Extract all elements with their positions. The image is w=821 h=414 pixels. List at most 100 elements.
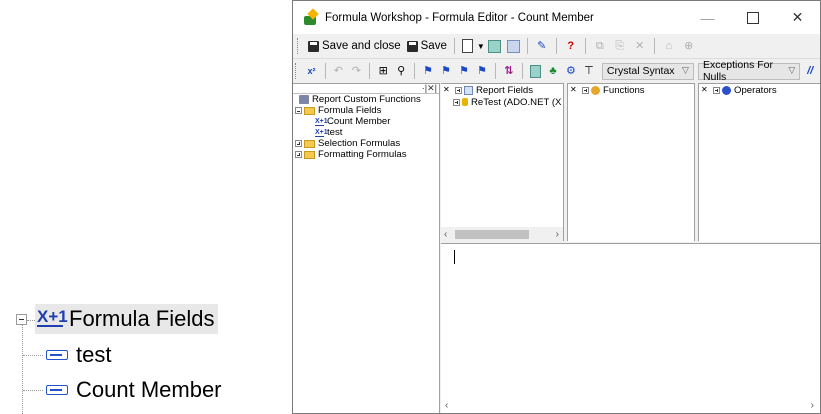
tree-folder-formula-fields[interactable]: X+1 Formula Fields bbox=[35, 304, 219, 334]
tree-item-label: Formatting Formulas bbox=[318, 149, 407, 160]
maximize-button[interactable] bbox=[730, 1, 775, 34]
chevron-down-icon: ▽ bbox=[788, 64, 796, 75]
scrollbar-thumb[interactable] bbox=[455, 230, 529, 239]
workshop-tree-panel: ·|✕| Report Custom Functions Formula Fie… bbox=[293, 83, 440, 413]
expert-icon[interactable]: ✎ bbox=[535, 39, 549, 53]
tree-item-count-member[interactable]: Count Member bbox=[44, 375, 226, 405]
show-functions-tree-icon[interactable]: ♣ bbox=[547, 64, 559, 78]
operators-icon bbox=[722, 85, 731, 95]
tree-item-test[interactable]: test bbox=[44, 340, 115, 370]
functions-header[interactable]: ✕ Functions bbox=[568, 84, 694, 96]
comment-button[interactable]: // bbox=[803, 64, 817, 78]
toolbar-separator bbox=[555, 38, 557, 54]
formula-text-editor[interactable] bbox=[441, 243, 820, 398]
window-title: Formula Workshop - Formula Editor - Coun… bbox=[325, 11, 594, 24]
sort-fields-icon[interactable]: ⇅ bbox=[503, 64, 515, 78]
formula-workshop-window: Formula Workshop - Formula Editor - Coun… bbox=[292, 0, 821, 414]
save-and-close-label: Save and close bbox=[322, 40, 401, 52]
datasource-label: ReTest (ADO.NET (X bbox=[471, 96, 562, 108]
save-button[interactable]: Save bbox=[404, 36, 450, 56]
report-fields-header[interactable]: ✕ Report Fields bbox=[441, 84, 563, 96]
custom-functions-icon bbox=[299, 95, 309, 104]
tree-connector-line bbox=[22, 322, 23, 414]
show-fields-tree-icon[interactable] bbox=[529, 64, 541, 78]
tree-item-label: test bbox=[76, 342, 112, 367]
tree-folder-formatting-formulas[interactable]: Formatting Formulas bbox=[295, 149, 407, 160]
tree-item-count-member[interactable]: X+1 Count Member bbox=[315, 116, 390, 127]
text-caret bbox=[454, 250, 455, 264]
formula-x1-icon: X+1 bbox=[37, 307, 68, 327]
tree-folder-selection-formulas[interactable]: Selection Formulas bbox=[295, 138, 400, 149]
new-formula-icon[interactable] bbox=[461, 39, 473, 53]
toggle-bookmark-icon[interactable]: ⚑ bbox=[422, 64, 434, 78]
zoomed-tree-view: X+1 Formula Fields test Count Member bbox=[0, 0, 282, 414]
syntax-select[interactable]: Crystal Syntax ▽ bbox=[601, 62, 694, 80]
close-pane-icon[interactable]: ✕ bbox=[701, 86, 709, 94]
undo-icon[interactable]: ↶ bbox=[332, 64, 344, 78]
formula-x1-icon: X+1 bbox=[315, 117, 328, 126]
close-pane-icon[interactable]: ✕ bbox=[443, 86, 451, 94]
redo-icon[interactable]: ↷ bbox=[350, 64, 362, 78]
toolbar-grip[interactable] bbox=[297, 38, 301, 54]
close-button[interactable]: ✕ bbox=[775, 1, 820, 34]
tree-panel-close-icon[interactable]: ·|✕| bbox=[422, 83, 437, 94]
delete-icon[interactable]: ✕ bbox=[633, 39, 647, 53]
functions-pane: ✕ Functions bbox=[568, 83, 694, 242]
expand-icon[interactable] bbox=[295, 151, 302, 158]
save-disk-icon bbox=[308, 40, 319, 52]
save-and-close-button[interactable]: Save and close bbox=[305, 36, 404, 56]
properties-icon[interactable] bbox=[506, 39, 520, 53]
expand-icon[interactable] bbox=[455, 86, 462, 94]
minimize-button[interactable]: — bbox=[685, 1, 730, 34]
expand-icon[interactable] bbox=[453, 98, 460, 106]
collapse-toggle-icon[interactable] bbox=[16, 314, 27, 325]
datasource-row[interactable]: ReTest (ADO.NET (X bbox=[441, 96, 563, 108]
scroll-right-icon[interactable]: › bbox=[556, 229, 559, 240]
scroll-right-icon[interactable]: › bbox=[811, 400, 814, 411]
clear-bookmarks-icon[interactable]: ⚑ bbox=[476, 64, 488, 78]
show-text-icon[interactable]: ⊤ bbox=[583, 64, 595, 78]
next-bookmark-icon[interactable]: ⚑ bbox=[440, 64, 452, 78]
scroll-left-icon[interactable]: ‹ bbox=[445, 400, 448, 411]
browse-data-icon[interactable]: ⊞ bbox=[377, 64, 389, 78]
tree-item-custom-functions[interactable]: Report Custom Functions bbox=[299, 94, 421, 105]
editor-toolbar: x² ↶ ↷ ⊞ ⚲ ⚑ ⚑ ⚑ ⚑ ⇅ ♣ ⚙ ⊤ Crystal Synta… bbox=[293, 59, 820, 84]
title-bar[interactable]: Formula Workshop - Formula Editor - Coun… bbox=[293, 1, 820, 34]
toggle-tree-icon[interactable] bbox=[487, 39, 501, 53]
check-formula-icon[interactable]: x² bbox=[306, 64, 318, 78]
cut-icon[interactable]: ⧉ bbox=[593, 39, 607, 53]
rename-icon[interactable]: ⌂ bbox=[662, 39, 676, 53]
tree-item-label: test bbox=[327, 127, 343, 138]
horizontal-scrollbar[interactable]: ‹ › bbox=[441, 227, 563, 242]
new-dropdown-arrow-icon[interactable]: ▼ bbox=[477, 42, 485, 51]
editor-horizontal-scrollbar[interactable]: ‹ › bbox=[441, 398, 820, 413]
tree-item-label: Count Member bbox=[327, 116, 391, 127]
pane-label: Operators bbox=[734, 84, 777, 96]
syntax-value: Crystal Syntax bbox=[606, 65, 675, 77]
folder-icon bbox=[304, 106, 315, 115]
tree-item-test[interactable]: X+1 test bbox=[315, 127, 342, 138]
toolbar-separator bbox=[584, 38, 586, 54]
expand-icon[interactable] bbox=[713, 86, 720, 94]
scroll-left-icon[interactable]: ‹ bbox=[444, 229, 447, 240]
toolbar-separator bbox=[414, 63, 415, 79]
paste-icon[interactable]: ⎘ bbox=[613, 39, 627, 53]
chevron-down-icon: ▽ bbox=[682, 64, 689, 75]
nulls-select[interactable]: Exceptions For Nulls ▽ bbox=[697, 59, 801, 83]
toolbar-separator bbox=[453, 38, 455, 54]
tree-item-label: Selection Formulas bbox=[318, 138, 401, 149]
expand-icon[interactable] bbox=[582, 86, 589, 94]
collapse-icon[interactable] bbox=[295, 107, 302, 114]
tree-folder-formula-fields[interactable]: Formula Fields bbox=[295, 105, 381, 116]
undo-rename-icon[interactable]: ⊕ bbox=[682, 39, 696, 53]
find-icon[interactable]: ⚲ bbox=[395, 64, 407, 78]
toolbar-grip[interactable] bbox=[295, 63, 299, 79]
close-pane-icon[interactable]: ✕ bbox=[570, 86, 578, 94]
help-icon[interactable]: ? bbox=[564, 39, 578, 53]
functions-icon bbox=[591, 85, 600, 95]
previous-bookmark-icon[interactable]: ⚑ bbox=[458, 64, 470, 78]
maximize-icon bbox=[746, 11, 759, 24]
operators-header[interactable]: ✕ Operators bbox=[699, 84, 820, 96]
expand-icon[interactable] bbox=[295, 140, 302, 147]
show-operators-tree-icon[interactable]: ⚙ bbox=[565, 64, 577, 78]
